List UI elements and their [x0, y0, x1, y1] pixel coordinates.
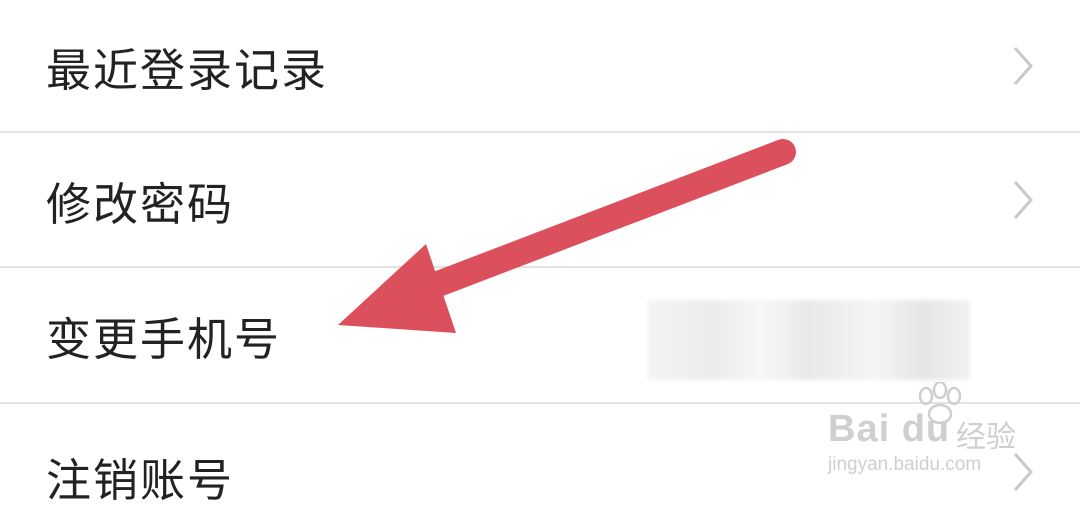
- red-arrow-annotation: [338, 139, 796, 333]
